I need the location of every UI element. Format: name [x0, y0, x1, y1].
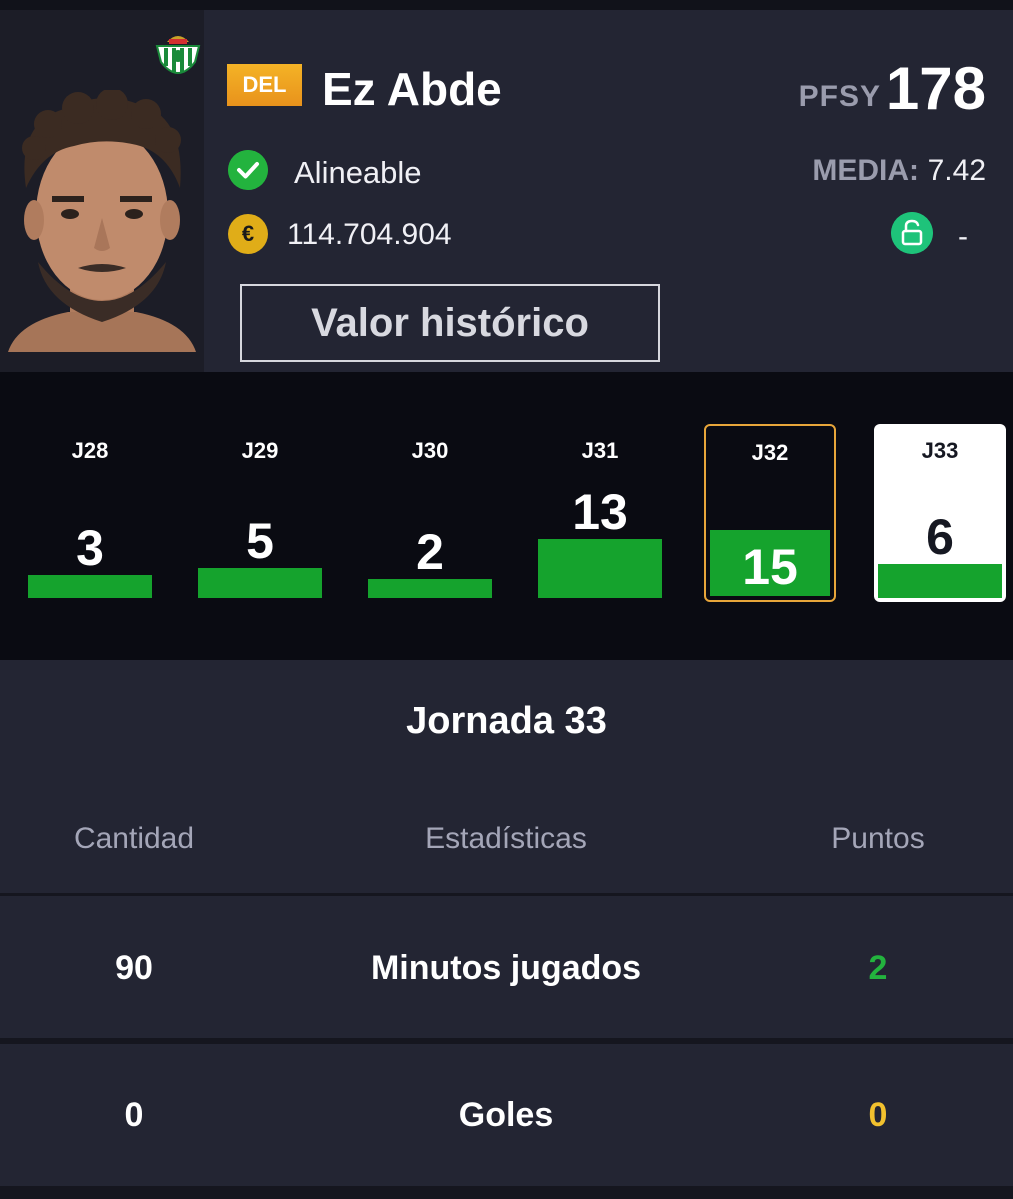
stat-name: Goles	[458, 1096, 554, 1134]
round-label: J33	[921, 438, 959, 463]
round-label: J28	[71, 438, 109, 463]
position-badge: DEL	[227, 64, 302, 106]
media-label: MEDIA:	[812, 154, 919, 187]
stat-points: 2	[868, 949, 888, 987]
round-card-j31[interactable]: J31 13	[534, 424, 666, 602]
header-stat: Estadísticas	[425, 822, 587, 855]
round-points-bar	[538, 539, 662, 598]
header-points: Puntos	[831, 822, 925, 855]
pfsy-value: 178	[885, 55, 986, 122]
media-value: 7.42	[927, 154, 986, 187]
round-points: 5	[246, 513, 274, 569]
round-points: 3	[76, 520, 104, 576]
unlock-icon[interactable]	[891, 212, 933, 254]
round-label: J30	[411, 438, 449, 463]
stat-points: 0	[868, 1096, 888, 1134]
check-icon	[228, 150, 268, 190]
round-points: 13	[572, 484, 628, 540]
stat-name: Minutos jugados	[370, 949, 642, 987]
round-points: 6	[926, 509, 954, 565]
round-title: Jornada 33	[406, 700, 607, 742]
header-quantity: Cantidad	[73, 822, 195, 855]
player-header: DEL Ez Abde PFSY 178 Alineable MEDIA: 7.…	[0, 10, 1013, 372]
round-card-j32[interactable]: J32 15	[704, 424, 836, 602]
historical-value-button[interactable]: Valor histórico	[240, 284, 660, 362]
round-points-bar	[368, 579, 492, 598]
round-points-bar	[878, 564, 1002, 598]
stat-row: 90 Minutos jugados 2	[0, 896, 1013, 1036]
market-value: 114.704.904	[287, 218, 452, 251]
rounds-strip: J28 3 J29 5 J30 2 J31 13 J32 15 J33 6	[0, 372, 1013, 660]
player-name: Ez Abde	[322, 63, 502, 115]
divider	[0, 1186, 1013, 1199]
stat-quantity: 0	[124, 1096, 144, 1134]
player-avatar	[8, 90, 196, 352]
stat-quantity: 90	[115, 949, 153, 987]
round-card-j28[interactable]: J28 3	[24, 424, 156, 602]
top-strip	[0, 0, 1013, 10]
round-points: 2	[416, 524, 444, 580]
club-crest-icon	[155, 36, 201, 74]
round-card-j33[interactable]: J33 6	[874, 424, 1006, 602]
round-stats-panel: Jornada 33 Cantidad Estadísticas Puntos …	[0, 660, 1013, 1199]
release-clause-value: -	[958, 220, 968, 253]
round-label: J29	[241, 438, 279, 463]
stat-row: 0 Goles 0	[0, 1044, 1013, 1184]
player-photo-frame	[0, 10, 204, 372]
round-card-j29[interactable]: J29 5	[194, 424, 326, 602]
round-points-bar	[198, 568, 322, 598]
round-points-bar	[28, 575, 152, 598]
round-label: J32	[751, 440, 789, 465]
player-status: Alineable	[294, 155, 422, 190]
round-card-j30[interactable]: J30 2	[364, 424, 496, 602]
round-points: 15	[742, 539, 798, 595]
euro-coin-icon: €	[228, 214, 268, 254]
pfsy-label: PFSY	[798, 80, 881, 113]
round-label: J31	[581, 438, 619, 463]
